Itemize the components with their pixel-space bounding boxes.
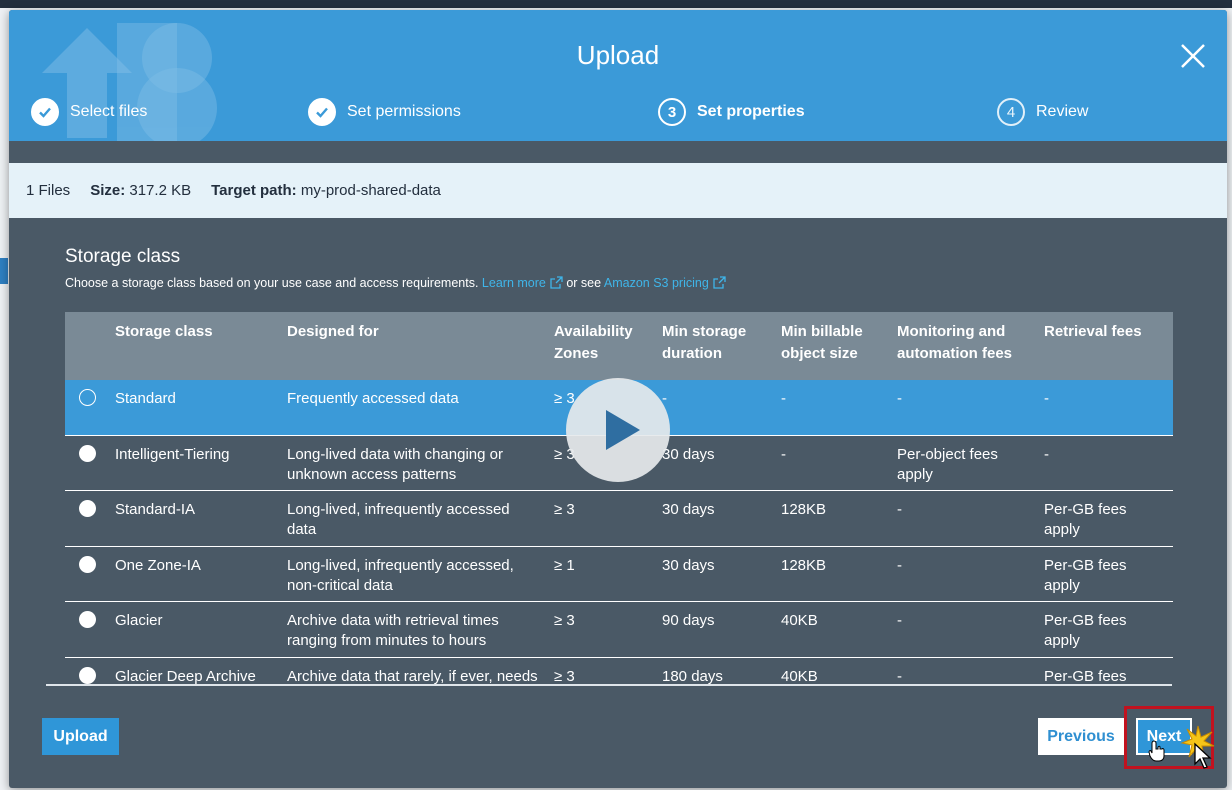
- row-monitoring: Per-object fees apply: [897, 446, 998, 483]
- row-designed: Long-lived, infrequently accessed, non-cr…: [287, 557, 514, 594]
- row-retrieval: Per-GB fees apply: [1044, 557, 1127, 594]
- background-chip: [0, 258, 8, 284]
- step-select-files[interactable]: Select files: [31, 96, 147, 128]
- learn-more-link[interactable]: Learn more: [482, 276, 563, 290]
- check-icon: [31, 98, 59, 126]
- row-name: One Zone-IA: [115, 557, 201, 574]
- storage-class-radio[interactable]: [79, 389, 96, 406]
- size-value: 317.2 KB: [129, 182, 192, 199]
- upload-summary: 1 Files Size: 317.2 KB Target path: my-p…: [9, 163, 1227, 218]
- row-monitoring: -: [897, 557, 902, 574]
- storage-class-radio[interactable]: [79, 611, 96, 628]
- play-icon: [606, 410, 640, 450]
- storage-class-table: Storage class Designed for Availability Z…: [65, 312, 1173, 694]
- video-play-button[interactable]: [566, 378, 670, 482]
- step-label: Select files: [70, 103, 148, 120]
- close-button[interactable]: [1177, 40, 1209, 72]
- pricing-link[interactable]: Amazon S3 pricing: [604, 276, 726, 290]
- header-availability-zones: Availability Zones: [554, 323, 633, 362]
- description-text: Choose a storage class based on your use…: [65, 276, 479, 290]
- storage-class-radio[interactable]: [79, 445, 96, 462]
- modal-header: Upload Select files Set permissions 3 Se…: [9, 10, 1227, 141]
- header-gap: [9, 141, 1227, 163]
- header-retrieval: Retrieval fees: [1044, 323, 1142, 340]
- pointer-hand-icon: [1148, 740, 1165, 762]
- table-row[interactable]: One Zone-IA Long-lived, infrequently acc…: [65, 547, 1173, 602]
- upload-button[interactable]: Upload: [42, 718, 119, 755]
- wizard-steps: Select files Set permissions 3 Set prope…: [9, 96, 1227, 128]
- step-label: Review: [1036, 103, 1089, 120]
- mouse-cursor-icon: [1194, 742, 1212, 769]
- row-designed: Archive data with retrieval times ranging…: [287, 612, 499, 649]
- modal-title: Upload: [576, 40, 660, 70]
- row-name: Glacier: [115, 612, 163, 629]
- row-designed: Long-lived data with changing or unknown …: [287, 446, 503, 483]
- header-designed-for: Designed for: [287, 323, 379, 340]
- step-set-permissions[interactable]: Set permissions: [308, 96, 461, 128]
- step-number: 4: [997, 98, 1025, 126]
- target-value: my-prod-shared-data: [300, 182, 441, 199]
- row-retrieval: Per-GB fees apply: [1044, 612, 1127, 649]
- row-duration: 30 days: [662, 557, 715, 574]
- row-monitoring: -: [897, 612, 902, 629]
- table-divider: [46, 684, 1172, 686]
- row-az: ≥ 1: [554, 557, 575, 574]
- step-label: Set properties: [697, 103, 805, 120]
- row-monitoring: -: [897, 390, 902, 407]
- file-count: 1 Files: [26, 182, 71, 199]
- row-name: Standard-IA: [115, 501, 196, 518]
- row-size: 128KB: [781, 557, 827, 574]
- header-min-size: Min billable object size: [781, 323, 863, 362]
- step-number: 3: [658, 98, 686, 126]
- row-size: 128KB: [781, 501, 827, 518]
- storage-class-radio[interactable]: [79, 667, 96, 684]
- or-see-text: or see: [566, 276, 602, 290]
- row-designed: Frequently accessed data: [287, 390, 459, 407]
- header-min-duration: Min storage duration: [662, 323, 747, 362]
- row-size: -: [781, 446, 786, 463]
- storage-class-radio[interactable]: [79, 500, 96, 517]
- table-header: Storage class Designed for Availability Z…: [65, 312, 1173, 380]
- step-set-properties[interactable]: 3 Set properties: [658, 96, 805, 128]
- row-size: 40KB: [781, 612, 818, 629]
- header-storage-class: Storage class: [115, 323, 213, 340]
- section-description: Choose a storage class based on your use…: [65, 276, 726, 290]
- close-icon[interactable]: [1177, 40, 1209, 72]
- step-review[interactable]: 4 Review: [997, 96, 1088, 128]
- external-link-icon: [713, 276, 726, 289]
- row-name: Standard: [115, 390, 176, 407]
- table-row[interactable]: Glacier Archive data with retrieval time…: [65, 602, 1173, 658]
- size-info: Size: 317.2 KB: [90, 182, 191, 199]
- row-monitoring: -: [897, 501, 902, 518]
- background-topbar: [0, 0, 1232, 8]
- row-az: ≥ 3: [554, 501, 575, 518]
- row-duration: 30 days: [662, 501, 715, 518]
- section-title: Storage class: [65, 246, 181, 267]
- row-retrieval: -: [1044, 390, 1049, 407]
- previous-button[interactable]: Previous: [1038, 718, 1124, 755]
- row-retrieval: Per-GB fees apply: [1044, 501, 1127, 538]
- row-duration: 90 days: [662, 612, 715, 629]
- row-retrieval: -: [1044, 446, 1049, 463]
- target-path-info: Target path: my-prod-shared-data: [211, 182, 441, 199]
- row-name: Intelligent-Tiering: [115, 446, 230, 463]
- header-monitoring: Monitoring and automation fees: [897, 323, 1013, 362]
- table-row[interactable]: Standard-IA Long-lived, infrequently acc…: [65, 491, 1173, 547]
- check-icon: [308, 98, 336, 126]
- step-label: Set permissions: [347, 103, 461, 120]
- external-link-icon: [550, 276, 563, 289]
- target-label: Target path:: [211, 182, 297, 199]
- row-designed: Long-lived, infrequently accessed data: [287, 501, 510, 538]
- table-row[interactable]: Glacier Deep Archive Archive data that r…: [65, 658, 1173, 694]
- size-label: Size:: [90, 182, 126, 199]
- storage-class-radio[interactable]: [79, 556, 96, 573]
- row-az: ≥ 3: [554, 612, 575, 629]
- row-size: -: [781, 390, 786, 407]
